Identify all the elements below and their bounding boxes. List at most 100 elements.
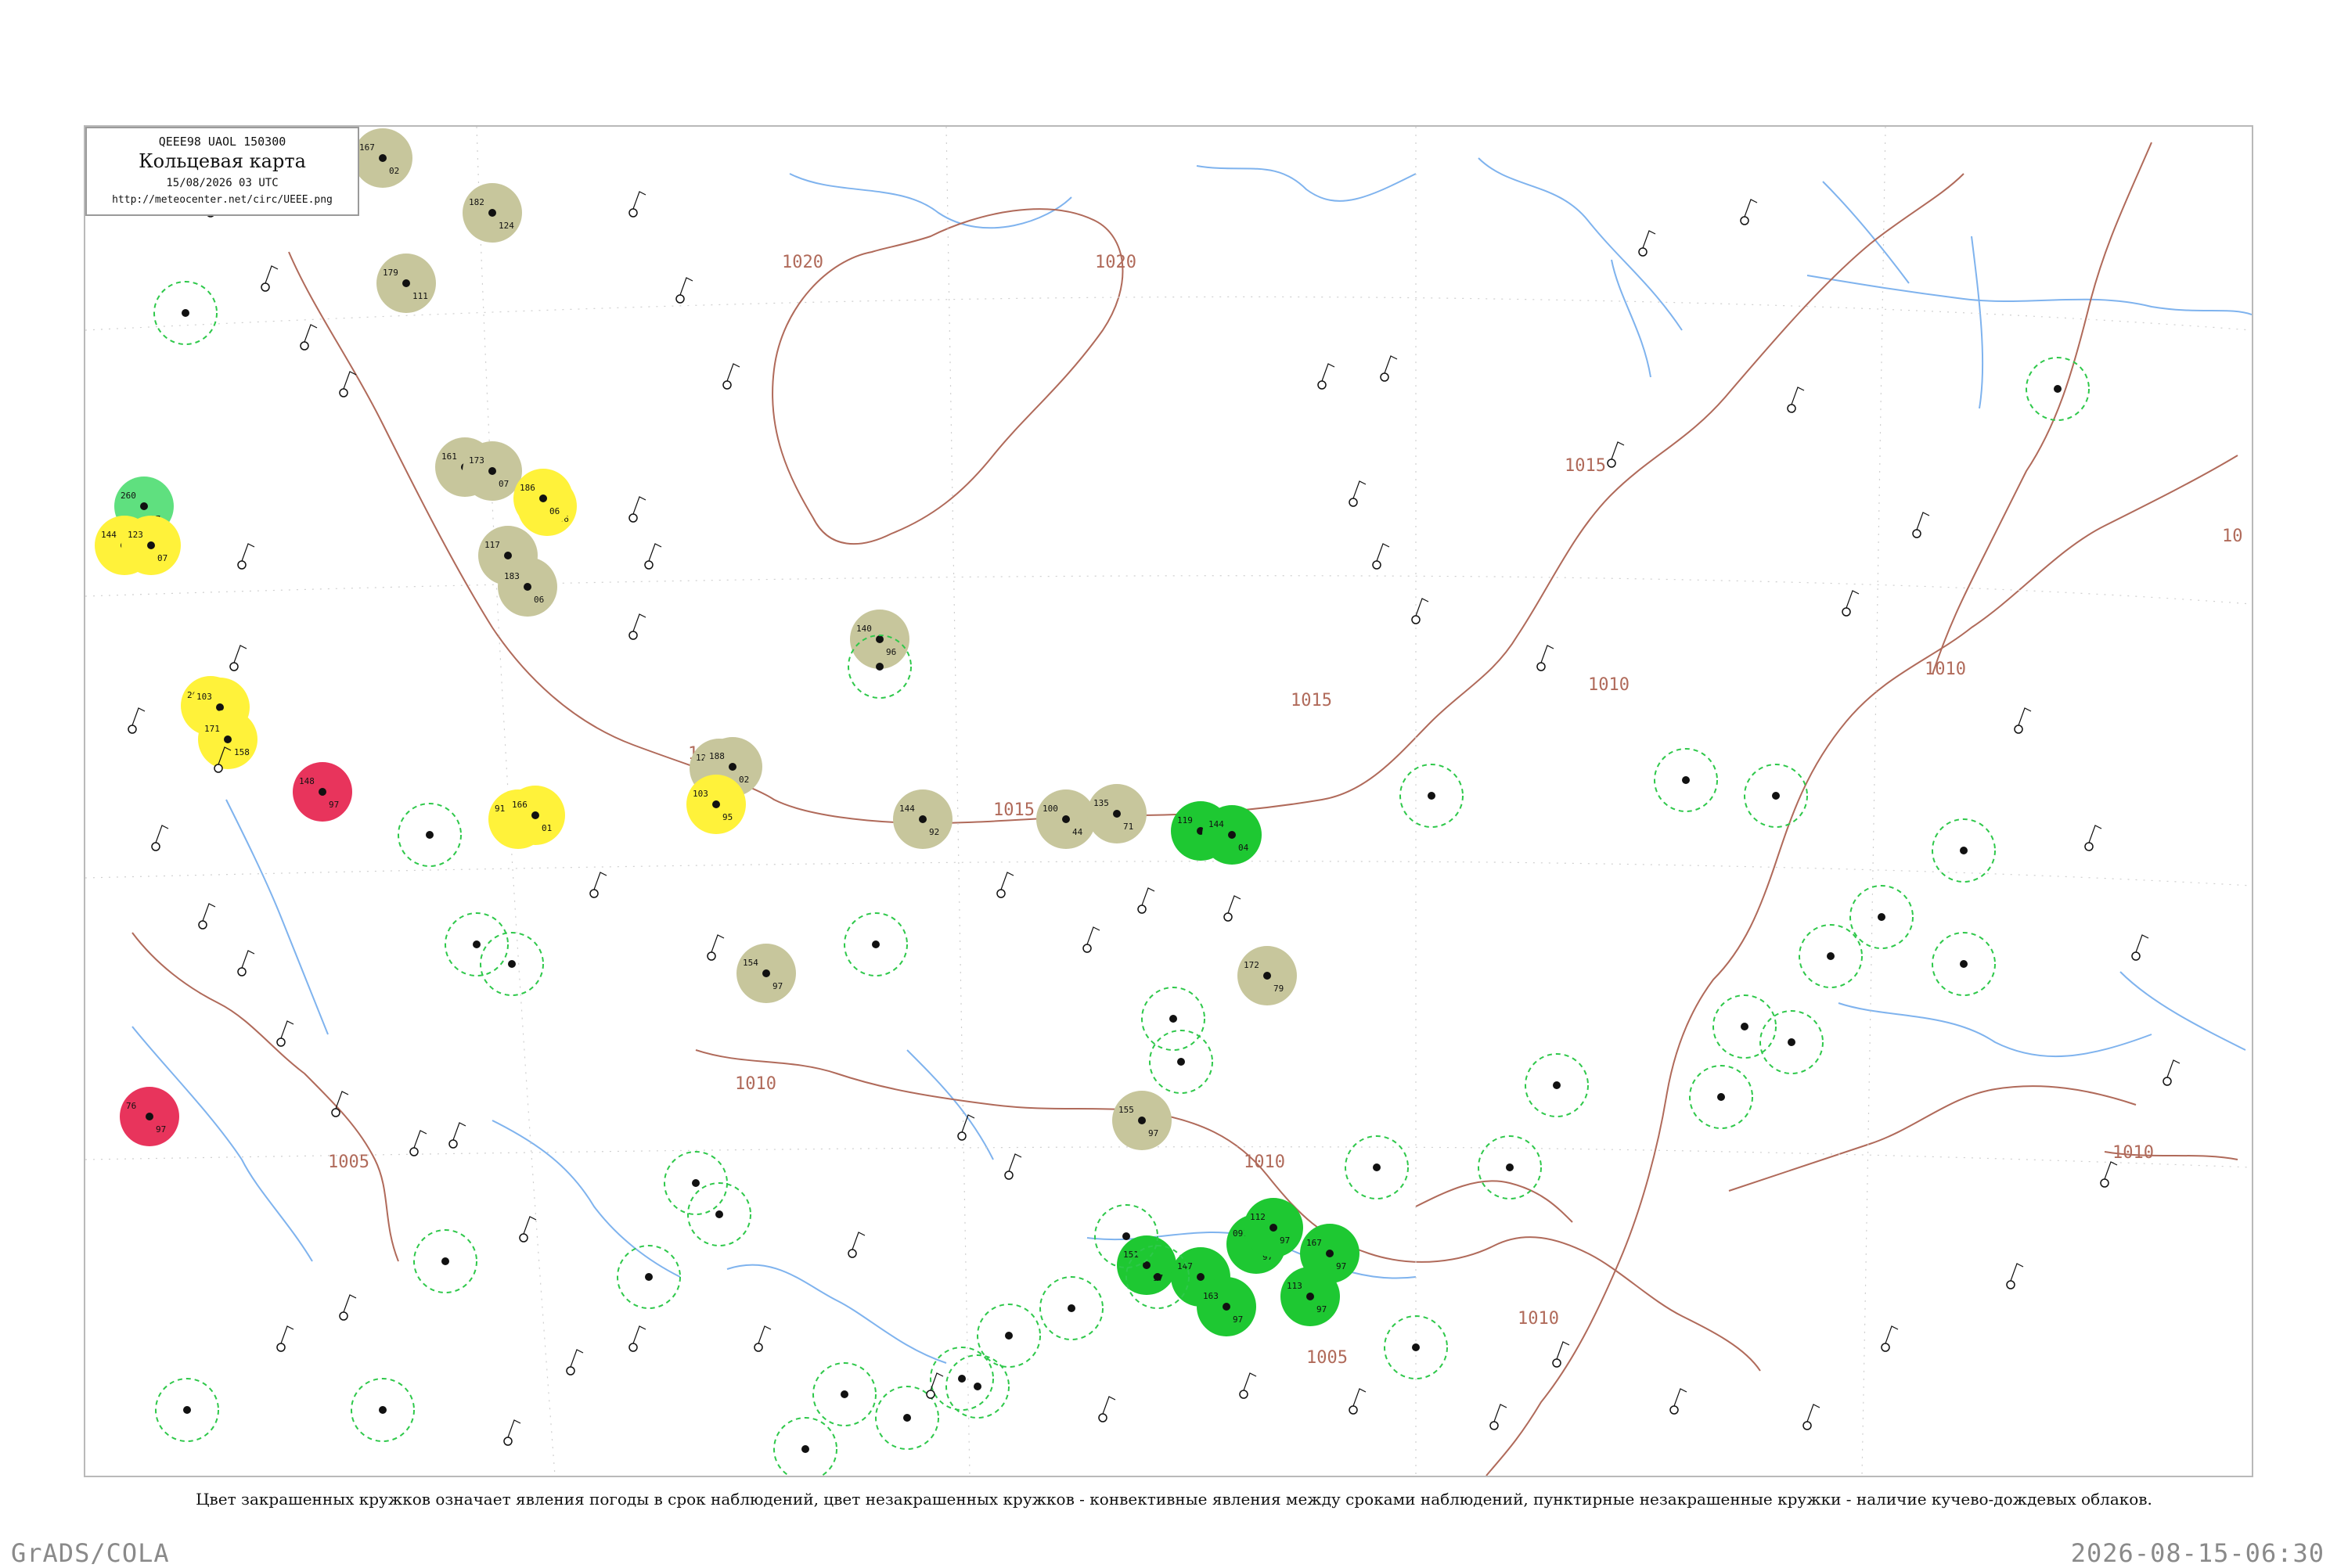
wind-barb	[202, 903, 216, 922]
station-dot	[1005, 1332, 1013, 1340]
station-temperature: 167	[1306, 1238, 1322, 1248]
station-temperature: 144	[899, 804, 915, 814]
station-dot	[1380, 372, 1389, 382]
station-dot	[339, 1311, 348, 1321]
wind-barb	[1744, 199, 1758, 218]
stations-layer: 1670218212417911116113817307131106186061…	[95, 128, 1359, 1336]
wind-barb	[632, 191, 646, 210]
station-dot	[214, 764, 223, 773]
station-marker[interactable]: 166 01	[506, 786, 565, 845]
station-dot	[566, 1366, 575, 1376]
station-dot	[715, 1210, 723, 1218]
wind-barb	[1352, 480, 1367, 499]
station-temperature: 183	[504, 571, 520, 581]
station-cloud-dot	[531, 811, 539, 819]
wind-barb	[2166, 1059, 2181, 1078]
station-marker[interactable]: 183 06	[498, 557, 557, 617]
station-marker[interactable]: 172 79	[1237, 946, 1297, 1005]
station-marker[interactable]: 103 95	[686, 775, 746, 834]
station-temperature: 167	[359, 142, 375, 153]
station-marker[interactable]: 112 97	[1244, 1198, 1303, 1257]
station-dot	[2084, 842, 2094, 851]
station-dot	[331, 1108, 340, 1117]
station-marker[interactable]: 148 97	[293, 762, 352, 822]
station-pressure: 97	[1233, 1314, 1243, 1325]
station-marker[interactable]: 179 111	[376, 254, 436, 313]
station-cloud-dot	[1197, 1273, 1205, 1281]
station-dot	[1137, 904, 1147, 914]
wind-barb	[1642, 230, 1656, 249]
wind-barb	[1008, 1153, 1022, 1172]
station-marker[interactable]: 140 96	[850, 610, 909, 669]
station-pressure: 07	[157, 553, 167, 563]
station-dot	[503, 1437, 513, 1446]
station-pressure: 95	[722, 812, 733, 822]
station-temperature: 119	[1177, 815, 1193, 825]
station-marker[interactable]: 135 71	[1087, 784, 1147, 843]
station-marker[interactable]: 154 97	[736, 944, 796, 1003]
station-marker[interactable]: 144 04	[1202, 805, 1262, 865]
isobar-label: 10	[2222, 527, 2243, 546]
station-marker[interactable]: 144 92	[893, 789, 953, 849]
wind-barb	[2088, 825, 2102, 843]
station-pressure: 07	[499, 479, 509, 489]
station-pressure: 06	[534, 595, 544, 605]
station-marker[interactable]: 155 97	[1112, 1091, 1172, 1150]
station-cloud-dot	[1223, 1303, 1230, 1311]
station-dot	[426, 831, 434, 839]
station-dot	[1607, 459, 1616, 468]
station-marker[interactable]: 171 158	[198, 710, 257, 769]
station-cloud-dot	[1138, 1117, 1146, 1124]
wind-barb	[1611, 441, 1625, 460]
station-dot	[379, 1406, 387, 1414]
footer-timestamp: 2026-08-15-06:30	[2070, 1538, 2325, 1568]
station-cloud-dot	[712, 800, 720, 808]
map-url[interactable]: http://meteocenter.net/circ/UEEE.png	[87, 194, 358, 206]
wind-barb	[241, 950, 255, 969]
station-dot	[1878, 913, 1885, 921]
station-dot	[237, 560, 247, 570]
wind-barb	[1415, 598, 1429, 617]
wind-barb	[452, 1122, 466, 1141]
station-marker[interactable]: 186 06	[513, 469, 573, 528]
station-pressure: 111	[412, 291, 428, 301]
station-marker[interactable]: 167 02	[353, 128, 412, 188]
station-cloud-dot	[1113, 810, 1121, 818]
station-cloud-dot	[140, 502, 148, 510]
station-dot	[182, 309, 189, 317]
station-pressure: 97	[1336, 1261, 1346, 1271]
station-marker[interactable]: 182 124	[463, 183, 522, 243]
bulletin-code: QEEE98 UAOL 150300	[158, 135, 286, 149]
station-marker[interactable]: 76 97	[120, 1087, 179, 1146]
station-pressure: 92	[929, 827, 939, 837]
wind-barb	[233, 645, 247, 664]
station-temperature: 171	[204, 724, 220, 734]
station-dot	[1506, 1163, 1514, 1171]
station-dot	[628, 631, 638, 640]
station-dot	[1638, 247, 1648, 257]
wind-barb	[335, 1091, 349, 1109]
station-marker[interactable]: 167 97	[1300, 1224, 1359, 1283]
station-marker[interactable]: 163 97	[1197, 1277, 1256, 1336]
station-marker[interactable]: 100 44	[1036, 789, 1096, 849]
station-temperature: 140	[856, 624, 872, 634]
wind-barb	[679, 277, 693, 296]
station-dot	[1373, 1163, 1381, 1171]
station-marker[interactable]: 173 07	[463, 441, 522, 501]
station-pressure: 97	[1280, 1235, 1290, 1246]
wind-barb	[131, 707, 146, 726]
wind-barb	[507, 1419, 521, 1438]
station-dot	[1787, 404, 1796, 413]
station-cloud-dot	[224, 735, 232, 743]
station-dot	[848, 1249, 857, 1258]
station-pressure: 06	[549, 506, 560, 516]
station-cloud-dot	[402, 279, 410, 287]
isobar-label: 1005	[328, 1153, 369, 1172]
station-marker[interactable]: 15197	[1117, 1235, 1176, 1295]
wind-barb	[1493, 1404, 1507, 1422]
wind-barb	[758, 1325, 772, 1344]
isobar-label: 1010	[1925, 660, 1966, 679]
station-temperature: 135	[1093, 798, 1109, 808]
station-dot	[1317, 380, 1327, 390]
station-marker[interactable]: 123 07	[121, 516, 181, 575]
